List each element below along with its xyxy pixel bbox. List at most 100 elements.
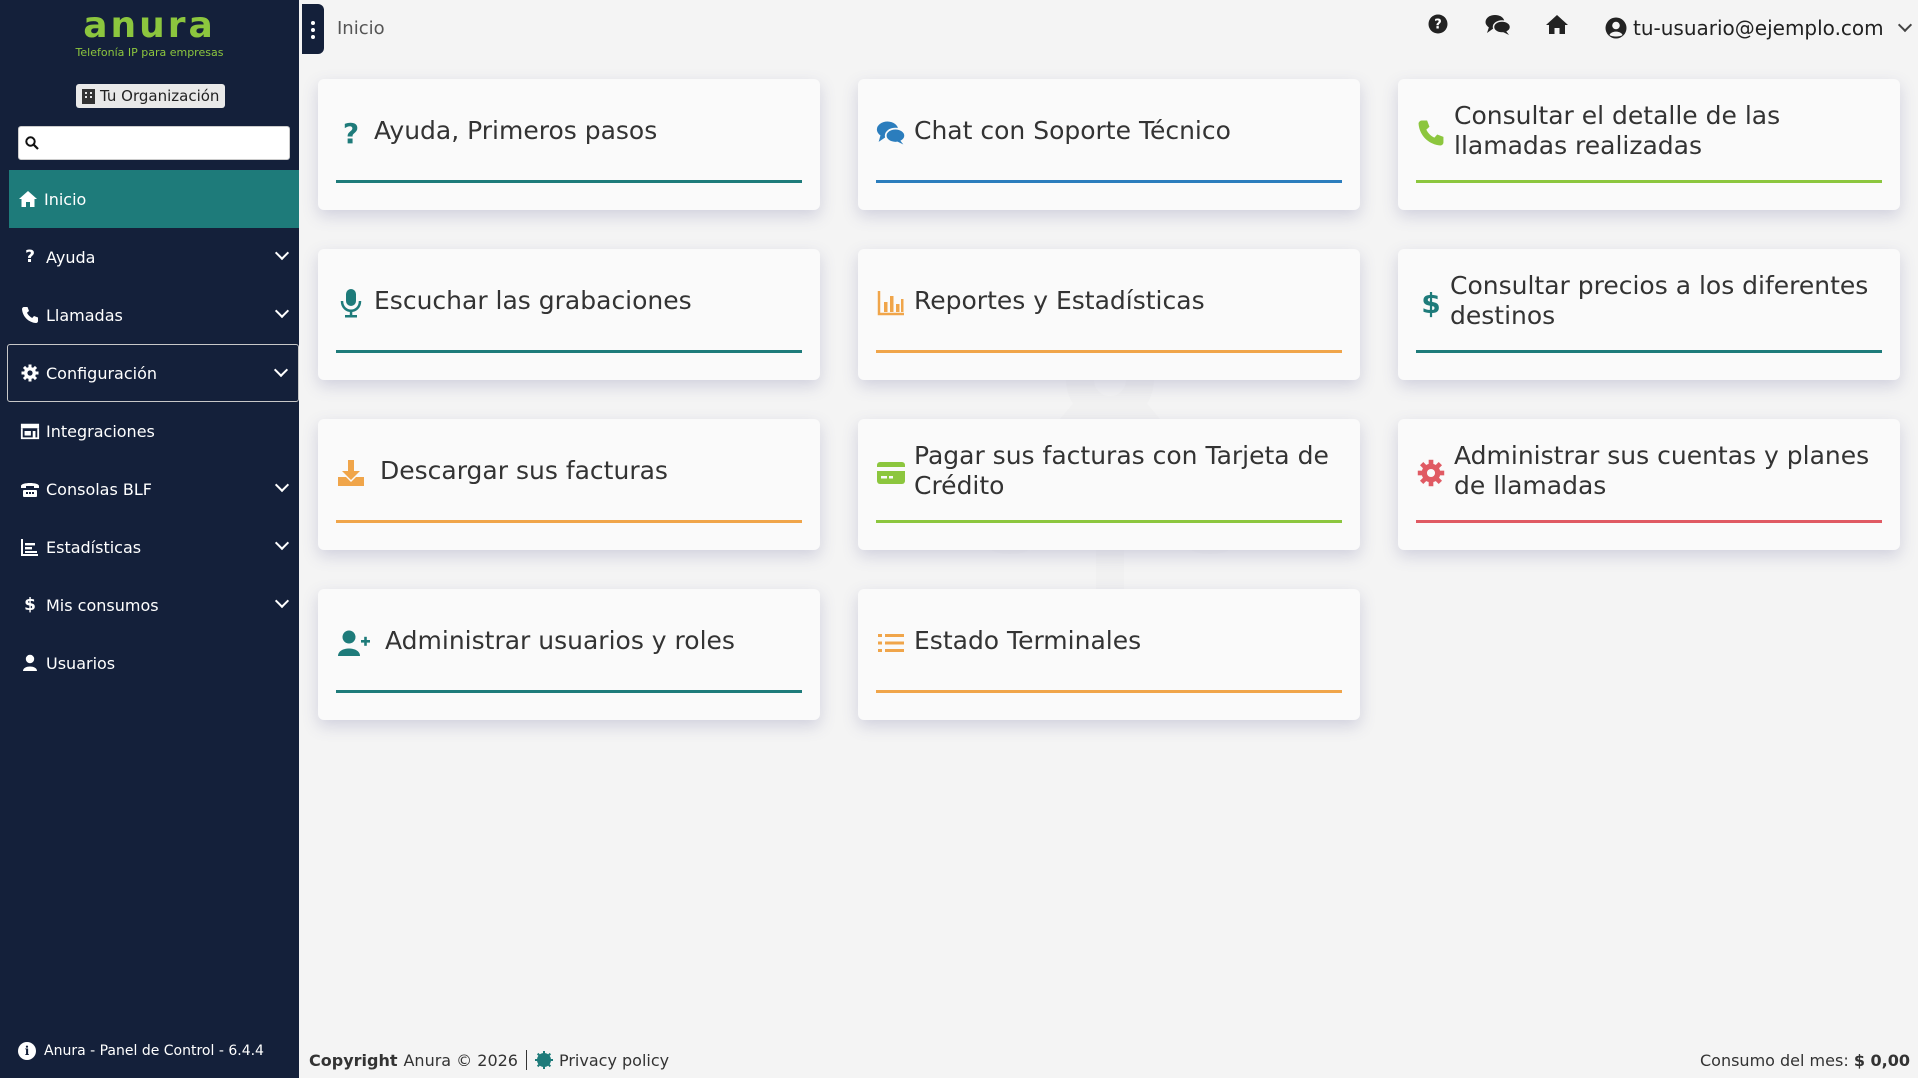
card-ayuda[interactable]: ? Ayuda, Primeros pasos bbox=[318, 79, 820, 210]
sidebar-nav: Inicio ? Ayuda Llamadas Configuración In… bbox=[0, 170, 299, 692]
comments-icon bbox=[1485, 15, 1511, 35]
card-estado-terminales[interactable]: Estado Terminales bbox=[858, 589, 1360, 720]
organization-badge[interactable]: Tu Organización bbox=[76, 84, 226, 108]
breadcrumb: Inicio bbox=[337, 18, 385, 39]
help-button[interactable]: ? bbox=[1428, 14, 1448, 34]
card-label: Ayuda, Primeros pasos bbox=[374, 116, 658, 145]
chevron-down-icon bbox=[273, 362, 289, 378]
sidebar-item-usuarios[interactable]: Usuarios bbox=[0, 634, 299, 692]
card-label: Administrar sus cuentas y planes de llam… bbox=[1454, 441, 1870, 500]
search-icon bbox=[25, 136, 39, 150]
sidebar-item-inicio[interactable]: Inicio bbox=[9, 170, 299, 228]
question-icon: ? bbox=[25, 247, 35, 267]
credit-card-icon bbox=[876, 456, 906, 490]
card-precios[interactable]: $ Consultar precios a los diferentes des… bbox=[1398, 249, 1900, 380]
download-icon bbox=[336, 456, 366, 490]
store-icon bbox=[20, 422, 40, 440]
card-underline bbox=[876, 180, 1342, 183]
user-menu[interactable]: tu-usuario@ejemplo.com bbox=[1605, 16, 1912, 40]
svg-text:?: ? bbox=[1434, 18, 1442, 33]
card-underline bbox=[336, 690, 802, 693]
sidebar-item-label: Integraciones bbox=[46, 421, 155, 441]
sidebar-item-integraciones[interactable]: Integraciones bbox=[0, 402, 299, 460]
sidebar-toggle-button[interactable] bbox=[302, 4, 324, 54]
sidebar-item-llamadas[interactable]: Llamadas bbox=[0, 286, 299, 344]
list-icon bbox=[876, 626, 906, 660]
home-button[interactable] bbox=[1545, 14, 1569, 35]
chevron-down-icon bbox=[274, 303, 290, 319]
sidebar-item-label: Mis consumos bbox=[46, 595, 159, 615]
sidebar-item-configuracion[interactable]: Configuración bbox=[7, 344, 299, 402]
logo-text: anura bbox=[83, 5, 216, 46]
sidebar: anura Telefonía IP para empresas Tu Orga… bbox=[0, 0, 299, 1078]
sidebar-item-estadisticas[interactable]: Estadísticas bbox=[0, 518, 299, 576]
monthly-consumption: Consumo del mes: $ 0,00 bbox=[1700, 1051, 1910, 1070]
card-underline bbox=[336, 180, 802, 183]
logo[interactable]: anura Telefonía IP para empresas bbox=[0, 5, 299, 60]
card-detalle-llamadas[interactable]: Consultar el detalle de las llamadas rea… bbox=[1398, 79, 1900, 210]
building-icon bbox=[82, 88, 95, 104]
search-box bbox=[18, 126, 290, 160]
chart-icon bbox=[20, 538, 40, 556]
chat-button[interactable] bbox=[1485, 14, 1511, 36]
sidebar-item-label: Usuarios bbox=[46, 653, 116, 673]
chevron-down-icon bbox=[274, 477, 290, 493]
sidebar-item-ayuda[interactable]: ? Ayuda bbox=[0, 228, 299, 286]
chevron-down-icon bbox=[1897, 17, 1912, 33]
sidebar-item-mis-consumos[interactable]: $ Mis consumos bbox=[0, 576, 299, 634]
card-label: Administrar usuarios y roles bbox=[385, 626, 735, 655]
card-label: Escuchar las grabaciones bbox=[374, 286, 692, 315]
card-underline bbox=[876, 690, 1342, 693]
sidebar-item-label: Consolas BLF bbox=[46, 479, 152, 499]
phone-icon bbox=[20, 306, 40, 324]
card-label: Consultar el detalle de las llamadas rea… bbox=[1454, 101, 1781, 160]
user-plus-icon bbox=[336, 626, 372, 660]
card-underline bbox=[876, 350, 1342, 353]
gear-icon bbox=[20, 364, 40, 382]
sidebar-item-label: Llamadas bbox=[46, 305, 123, 325]
search-input[interactable] bbox=[43, 129, 289, 157]
sidebar-item-label: Estadísticas bbox=[46, 537, 142, 557]
card-underline bbox=[1416, 350, 1882, 353]
card-cuentas-planes[interactable]: Administrar sus cuentas y planes de llam… bbox=[1398, 419, 1900, 550]
chevron-down-icon bbox=[274, 593, 290, 609]
dollar-icon: $ bbox=[24, 595, 36, 615]
version-text: Anura - Panel de Control - 6.4.4 bbox=[44, 1043, 264, 1059]
comments-icon bbox=[876, 116, 906, 150]
organization-name: Tu Organización bbox=[100, 87, 220, 105]
privacy-badge-icon bbox=[534, 1051, 553, 1069]
version-info: i Anura - Panel de Control - 6.4.4 bbox=[18, 1042, 264, 1060]
dollar-icon: $ bbox=[1421, 286, 1441, 320]
gear-icon bbox=[1416, 456, 1446, 490]
console-icon bbox=[20, 480, 40, 498]
copyright-text: Anura © 2026 bbox=[403, 1050, 518, 1070]
card-chat-soporte[interactable]: Chat con Soporte Técnico bbox=[858, 79, 1360, 210]
card-label: Estado Terminales bbox=[914, 626, 1142, 655]
card-underline bbox=[336, 520, 802, 523]
copyright-label: Copyright bbox=[309, 1050, 398, 1070]
card-facturas[interactable]: Descargar sus facturas bbox=[318, 419, 820, 550]
sidebar-item-label: Configuración bbox=[46, 363, 158, 383]
chevron-down-icon bbox=[274, 535, 290, 551]
info-icon: i bbox=[18, 1042, 36, 1060]
card-usuarios-roles[interactable]: Administrar usuarios y roles bbox=[318, 589, 820, 720]
footer-divider bbox=[525, 1050, 527, 1070]
question-circle-icon: ? bbox=[1428, 14, 1448, 34]
chevron-down-icon bbox=[274, 245, 290, 261]
consumo-value: $ 0,00 bbox=[1853, 1051, 1910, 1070]
home-icon bbox=[18, 190, 38, 208]
microphone-icon bbox=[336, 286, 366, 320]
card-label: Pagar sus facturas con Tarjeta de Crédit… bbox=[914, 441, 1329, 500]
sidebar-item-consolas-blf[interactable]: Consolas BLF bbox=[0, 460, 299, 518]
card-label: Descargar sus facturas bbox=[380, 456, 668, 485]
sidebar-item-label: Ayuda bbox=[46, 247, 96, 267]
card-pagar-facturas[interactable]: Pagar sus facturas con Tarjeta de Crédit… bbox=[858, 419, 1360, 550]
card-reportes[interactable]: Reportes y Estadísticas bbox=[858, 249, 1360, 380]
user-icon bbox=[20, 654, 40, 672]
privacy-policy-link[interactable]: Privacy policy bbox=[559, 1051, 669, 1070]
logo-tagline: Telefonía IP para empresas bbox=[75, 46, 224, 59]
card-underline bbox=[1416, 180, 1882, 183]
card-underline bbox=[336, 350, 802, 353]
card-label: Reportes y Estadísticas bbox=[914, 286, 1205, 315]
card-grabaciones[interactable]: Escuchar las grabaciones bbox=[318, 249, 820, 380]
